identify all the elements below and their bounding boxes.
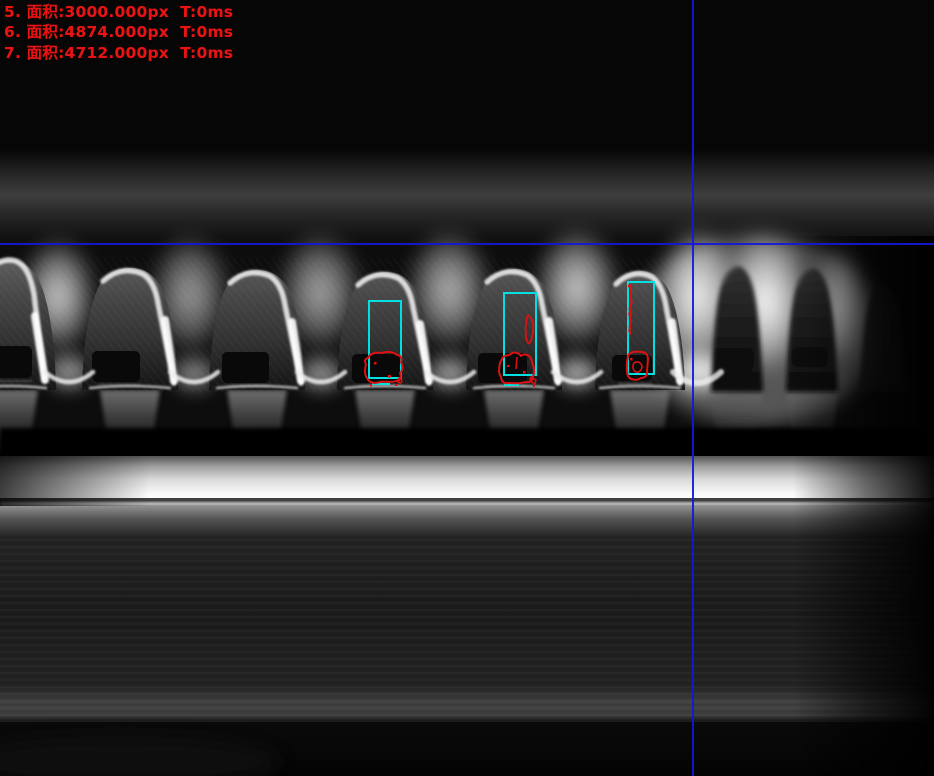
- gear-teeth: [0, 258, 721, 392]
- right-vignette: [620, 236, 934, 776]
- measurement-line: 6. 面积:4874.000px T:0ms: [4, 22, 233, 42]
- measurement-line: 7. 面积:4712.000px T:0ms: [4, 43, 233, 63]
- measurement-line: 5. 面积:3000.000px T:0ms: [4, 2, 233, 22]
- crosshair-horizontal-line: [0, 243, 934, 245]
- crosshair-vertical-line: [692, 0, 694, 776]
- machine-vision-viewport: 5. 面积:3000.000px T:0ms 6. 面积:4874.000px …: [0, 0, 934, 776]
- camera-image: [0, 0, 934, 776]
- measurement-readout: 5. 面积:3000.000px T:0ms 6. 面积:4874.000px …: [4, 2, 233, 63]
